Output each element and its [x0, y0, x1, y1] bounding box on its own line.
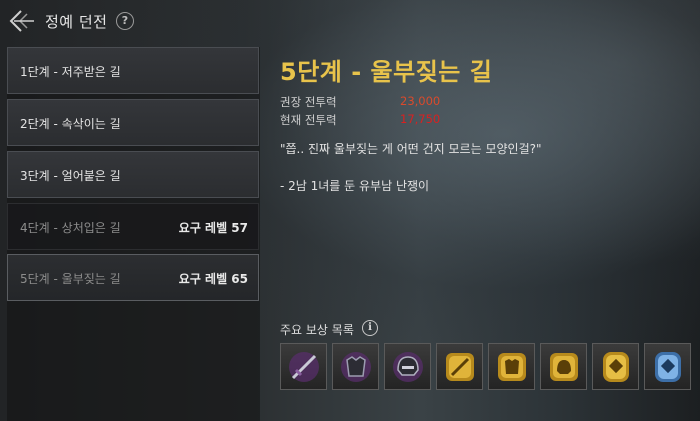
current-power-value: 17,750	[400, 112, 441, 126]
info-icon[interactable]: i	[362, 320, 378, 336]
gold-sword-icon	[446, 353, 474, 381]
reward-slot-7[interactable]	[592, 343, 639, 390]
stage-label: 2단계 - 속삭이는 길	[20, 117, 121, 131]
back-arrow-icon[interactable]	[8, 8, 36, 34]
purple-armor-icon	[341, 352, 371, 382]
reward-slot-2[interactable]	[332, 343, 379, 390]
purple-helmet-icon	[393, 352, 423, 382]
recommended-power-value: 23,000	[400, 94, 441, 108]
stage-label: 3단계 - 얼어붙은 길	[20, 169, 121, 183]
reward-slot-8[interactable]	[644, 343, 691, 390]
stage-item-1[interactable]: 1단계 - 저주받은 길	[7, 47, 259, 94]
stage-label: 4단계 - 상처입은 길	[20, 221, 121, 235]
gold-helmet-icon	[550, 353, 578, 381]
help-icon[interactable]: ?	[116, 12, 134, 30]
stage-item-4[interactable]: 4단계 - 상처입은 길 요구 레벨 57	[7, 203, 259, 250]
reward-slot-5[interactable]	[488, 343, 535, 390]
stage-requirement: 요구 레벨 57	[178, 221, 248, 235]
stage-item-3[interactable]: 3단계 - 얼어붙은 길	[7, 151, 259, 198]
gold-armor-icon	[498, 353, 526, 381]
top-bar: 정예 던전 ?	[0, 0, 700, 42]
stage-quote: "쯥.. 진짜 울부짖는 게 어떤 건지 모르는 모양인걸?"	[280, 142, 542, 156]
recommended-power-label: 권장 전투력	[280, 95, 337, 109]
page-title: 정예 던전	[45, 13, 108, 31]
purple-sword-icon	[289, 352, 319, 382]
current-power-label: 현재 전투력	[280, 113, 337, 127]
stage-description: - 2남 1녀를 둔 유부남 난쟁이	[280, 179, 430, 193]
gold-rune-icon	[603, 352, 629, 382]
stage-item-2[interactable]: 2단계 - 속삭이는 길	[7, 99, 259, 146]
reward-slot-4[interactable]	[436, 343, 483, 390]
stage-label: 5단계 - 울부짖는 길	[20, 272, 121, 286]
stage-item-5[interactable]: 5단계 - 울부짖는 길 요구 레벨 65	[7, 254, 259, 301]
reward-slot-3[interactable]	[384, 343, 431, 390]
stage-title: 5단계 - 울부짖는 길	[280, 58, 493, 86]
stage-list: 1단계 - 저주받은 길 2단계 - 속삭이는 길 3단계 - 얼어붙은 길 4…	[7, 47, 260, 421]
stage-requirement: 요구 레벨 65	[178, 272, 248, 286]
stage-label: 1단계 - 저주받은 길	[20, 65, 121, 79]
reward-slot-1[interactable]	[280, 343, 327, 390]
blue-rune-icon	[655, 352, 681, 382]
rewards-title: 주요 보상 목록	[280, 323, 354, 337]
reward-slot-6[interactable]	[540, 343, 587, 390]
